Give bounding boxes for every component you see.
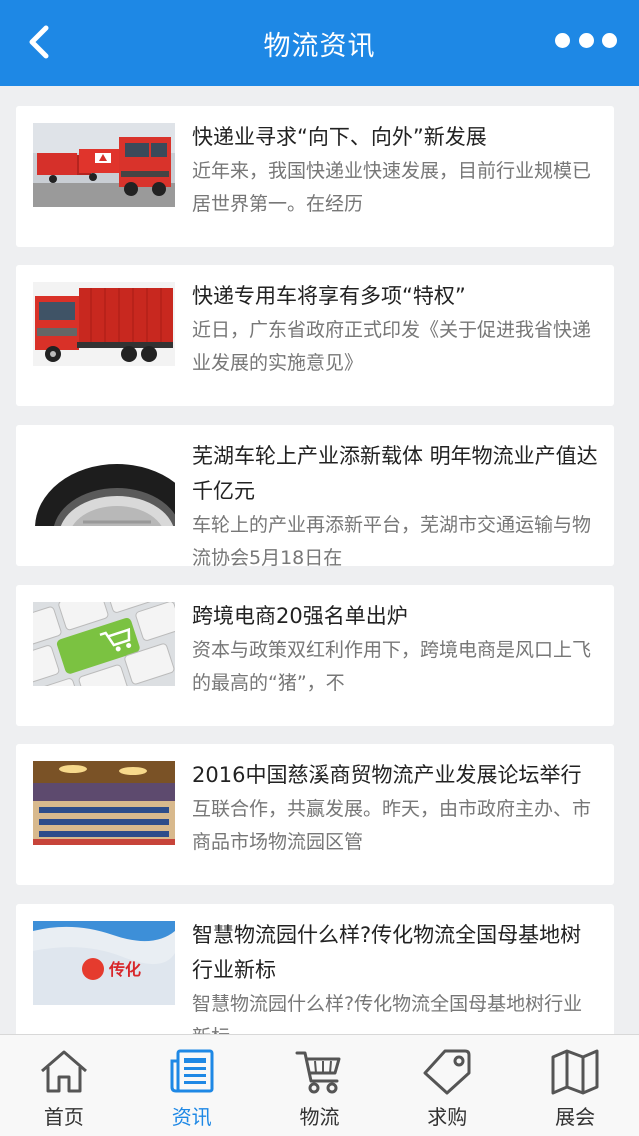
news-text: 2016中国慈溪商贸物流产业发展论坛举行 互联合作，共赢发展。昨天，由市政府主办… <box>192 758 600 885</box>
news-thumbnail-flag: 传化 <box>33 921 175 1005</box>
news-thumbnail-trucks <box>33 123 175 207</box>
more-button[interactable] <box>555 27 617 53</box>
tab-label: 首页 <box>43 1105 84 1129</box>
map-icon <box>551 1049 599 1095</box>
app-header: 物流资讯 <box>0 0 639 86</box>
news-item[interactable]: 快递业寻求“向下、向外”新发展 近年来，我国快递业快速发展，目前行业规模已居世界… <box>16 106 614 247</box>
news-thumbnail-keyboard <box>33 602 175 686</box>
news-text: 快递专用车将享有多项“特权” 近日，广东省政府正式印发《关于促进我省快递业发展的… <box>192 279 600 406</box>
back-button[interactable] <box>22 20 62 64</box>
news-thumbnail-conference <box>33 761 175 845</box>
news-item[interactable]: 跨境电商20强名单出炉 资本与政策双红利作用下，跨境电商是风口上飞的最高的“猪”… <box>16 585 614 726</box>
news-thumbnail-truck <box>33 282 175 366</box>
news-summary: 近日，广东省政府正式印发《关于促进我省快递业发展的实施意见》 <box>192 319 592 374</box>
news-item[interactable]: 快递专用车将享有多项“特权” 近日，广东省政府正式印发《关于促进我省快递业发展的… <box>16 265 614 406</box>
news-text: 芜湖车轮上产业添新载体 明年物流业产值达千亿元 车轮上的产业再添新平台，芜湖市交… <box>192 439 600 566</box>
news-summary: 资本与政策双红利作用下，跨境电商是风口上飞的最高的“猪”，不 <box>192 639 592 694</box>
news-title: 跨境电商20强名单出炉 <box>192 604 408 628</box>
cart-icon <box>295 1051 341 1094</box>
news-text: 智慧物流园什么样?传化物流全国母基地树行业新标 智慧物流园什么样?传化物流全国母… <box>192 918 600 1034</box>
tab-logistics[interactable]: 物流 <box>256 1035 384 1136</box>
tab-purchase[interactable]: 求购 <box>383 1035 511 1136</box>
news-summary: 互联合作，共赢发展。昨天，由市政府主办、市商品市场物流园区管 <box>192 798 592 853</box>
tab-label: 物流 <box>299 1105 340 1129</box>
news-summary: 车轮上的产业再添新平台，芜湖市交通运输与物流协会5月18日在 <box>192 514 592 566</box>
news-title: 智慧物流园什么样?传化物流全国母基地树行业新标 <box>192 923 582 982</box>
tab-label: 资讯 <box>171 1105 212 1129</box>
news-item[interactable]: 2016中国慈溪商贸物流产业发展论坛举行 互联合作，共赢发展。昨天，由市政府主办… <box>16 744 614 885</box>
home-icon <box>40 1050 87 1093</box>
chevron-left-icon <box>29 25 49 59</box>
news-title: 2016中国慈溪商贸物流产业发展论坛举行 <box>192 763 582 787</box>
news-summary: 近年来，我国快递业快速发展，目前行业规模已居世界第一。在经历 <box>192 160 592 215</box>
tab-label: 求购 <box>427 1105 468 1129</box>
news-title: 快递业寻求“向下、向外”新发展 <box>192 125 487 149</box>
more-dot <box>578 32 594 48</box>
news-item[interactable]: 传化 智慧物流园什么样?传化物流全国母基地树行业新标 智慧物流园什么样?传化物流… <box>16 904 614 1034</box>
news-thumbnail-wheel <box>33 442 175 526</box>
news-text: 跨境电商20强名单出炉 资本与政策双红利作用下，跨境电商是风口上飞的最高的“猪”… <box>192 599 600 726</box>
tab-label: 展会 <box>555 1105 596 1129</box>
news-icon <box>170 1049 214 1093</box>
tab-home[interactable]: 首页 <box>0 1035 128 1136</box>
page-title: 物流资讯 <box>263 30 376 62</box>
news-text: 快递业寻求“向下、向外”新发展 近年来，我国快递业快速发展，目前行业规模已居世界… <box>192 120 600 247</box>
tag-icon <box>423 1049 471 1095</box>
more-dot <box>602 32 617 48</box>
transfar-logo-text: 传化 <box>108 960 141 979</box>
more-dot <box>555 32 570 48</box>
bottom-tab-bar: 首页 资讯 物流 求购 展会 <box>0 1034 639 1136</box>
tab-news[interactable]: 资讯 <box>128 1035 256 1136</box>
news-summary: 智慧物流园什么样?传化物流全国母基地树行业新标 <box>192 993 583 1034</box>
news-title: 芜湖车轮上产业添新载体 明年物流业产值达千亿元 <box>192 444 598 503</box>
tab-exhibition[interactable]: 展会 <box>511 1035 639 1136</box>
news-list[interactable]: 快递业寻求“向下、向外”新发展 近年来，我国快递业快速发展，目前行业规模已居世界… <box>0 86 639 1034</box>
news-item[interactable]: 芜湖车轮上产业添新载体 明年物流业产值达千亿元 车轮上的产业再添新平台，芜湖市交… <box>16 425 614 566</box>
news-title: 快递专用车将享有多项“特权” <box>192 284 466 308</box>
